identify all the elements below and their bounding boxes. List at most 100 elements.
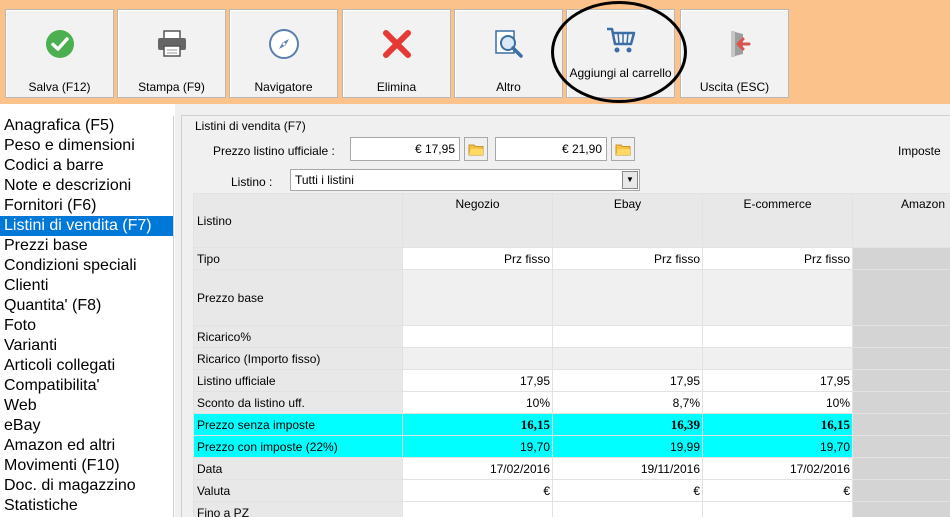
cell[interactable]: 10% [702, 391, 853, 414]
cell[interactable]: € [402, 479, 553, 502]
cell[interactable]: 17/02/2016 [702, 457, 853, 480]
sidebar-item[interactable]: Articoli collegati [0, 356, 173, 376]
column-header-amazon[interactable]: Amazon [852, 193, 950, 248]
cell[interactable]: 17,95 [552, 369, 703, 392]
cell[interactable] [552, 501, 703, 517]
cell[interactable]: € [552, 479, 703, 502]
sidebar-item[interactable]: Web [0, 396, 173, 416]
sidebar-item[interactable]: Peso e dimensioni [0, 136, 173, 156]
taxes-label: Imposte [898, 144, 941, 158]
chevron-down-icon[interactable]: ▼ [622, 171, 638, 189]
column-header-ecommerce[interactable]: E-commerce [702, 193, 853, 248]
folder-button-1[interactable] [464, 137, 488, 161]
cell[interactable]: 8,7% [552, 391, 703, 414]
folder-button-2[interactable] [611, 137, 635, 161]
column-header-ebay[interactable]: Ebay [552, 193, 703, 248]
cell[interactable] [852, 479, 950, 502]
sidebar-item[interactable]: Varianti [0, 336, 173, 356]
magnifier-icon [494, 30, 523, 58]
cell[interactable]: 16,15 [702, 413, 853, 436]
other-button[interactable]: Altro [454, 9, 563, 98]
sidebar-item[interactable]: Condizioni speciali [0, 256, 173, 276]
cell[interactable] [552, 347, 703, 370]
x-icon [382, 30, 411, 58]
sidebar-item[interactable]: Note e descrizioni [0, 176, 173, 196]
sidebar-item[interactable]: Movimenti (F10) [0, 456, 173, 476]
add-to-cart-button[interactable]: Aggiungi al carrello [566, 9, 675, 98]
folder-icon [615, 144, 631, 155]
exit-button-label: Uscita (ESC) [699, 80, 770, 94]
sidebar-item[interactable]: Codici a barre [0, 156, 173, 176]
cell[interactable]: Prz fisso [552, 247, 703, 270]
cell[interactable] [852, 435, 950, 458]
cell[interactable] [702, 269, 853, 326]
cell[interactable] [702, 347, 853, 370]
row-label-ricarico-pct: Ricarico% [193, 325, 403, 348]
cell[interactable] [852, 369, 950, 392]
sidebar-item[interactable]: Compatibilita' [0, 376, 173, 396]
navigator-button[interactable]: Navigatore [229, 9, 338, 98]
list-label: Listino : [231, 175, 273, 189]
cell[interactable] [702, 501, 853, 517]
cell[interactable] [402, 501, 553, 517]
cell[interactable] [852, 269, 950, 326]
cell[interactable] [852, 501, 950, 517]
cell[interactable]: 10% [402, 391, 553, 414]
cell[interactable] [402, 325, 553, 348]
save-button[interactable]: Salva (F12) [5, 9, 114, 98]
cell[interactable]: 19,99 [552, 435, 703, 458]
sidebar-item[interactable]: Quantita' (F8) [0, 296, 173, 316]
sidebar-item[interactable]: Doc. di magazzino [0, 476, 173, 496]
cell[interactable]: 16,39 [552, 413, 703, 436]
cell[interactable] [852, 347, 950, 370]
cell[interactable]: Prz fisso [702, 247, 853, 270]
official-price-label: Prezzo listino ufficiale : [213, 144, 335, 158]
cell[interactable]: 19,70 [402, 435, 553, 458]
table-row: Data 17/02/2016 19/11/2016 17/02/2016 [193, 457, 950, 480]
row-label-ricarico-fisso: Ricarico (Importo fisso) [193, 347, 403, 370]
list-select[interactable]: Tutti i listini ▼ [290, 169, 640, 191]
column-header-negozio[interactable]: Negozio [402, 193, 553, 248]
sidebar-item[interactable]: Amazon ed altri [0, 436, 173, 456]
exit-icon [730, 31, 750, 57]
sidebar-item[interactable]: Clienti [0, 276, 173, 296]
cell[interactable] [552, 325, 703, 348]
table-row: Listino ufficiale 17,95 17,95 17,95 [193, 369, 950, 392]
delete-button[interactable]: Elimina [342, 9, 451, 98]
official-price-field-1[interactable]: € 17,95 [350, 137, 460, 161]
cell[interactable]: Prz fisso [402, 247, 553, 270]
cell[interactable] [552, 269, 703, 326]
cell[interactable]: € [702, 479, 853, 502]
folder-icon [468, 144, 484, 155]
list-select-value: Tutti i listini [295, 173, 354, 187]
cell[interactable]: 19,70 [702, 435, 853, 458]
sidebar-item[interactable]: Listini di vendita (F7) [0, 216, 173, 236]
sidebar-item[interactable]: eBay [0, 416, 173, 436]
sidebar-item[interactable]: Statistiche [0, 496, 173, 516]
official-price-field-2[interactable]: € 21,90 [495, 137, 607, 161]
cell[interactable] [852, 457, 950, 480]
cell[interactable]: 17,95 [702, 369, 853, 392]
exit-button[interactable]: Uscita (ESC) [680, 9, 789, 98]
row-label-con-imposte: Prezzo con imposte (22%) [193, 435, 403, 458]
cell[interactable] [402, 347, 553, 370]
cell[interactable]: 17/02/2016 [402, 457, 553, 480]
sidebar-item[interactable]: Foto [0, 316, 173, 336]
row-label-sconto: Sconto da listino uff. [193, 391, 403, 414]
sidebar-item[interactable]: Anagrafica (F5) [0, 116, 173, 136]
cell[interactable] [702, 325, 853, 348]
cell[interactable]: 19/11/2016 [552, 457, 703, 480]
cell[interactable] [402, 269, 553, 326]
cell[interactable] [852, 391, 950, 414]
print-button[interactable]: Stampa (F9) [117, 9, 226, 98]
sidebar-item[interactable]: Prezzi base [0, 236, 173, 256]
save-button-label: Salva (F12) [28, 80, 91, 94]
cell[interactable] [852, 413, 950, 436]
cell[interactable]: 17,95 [402, 369, 553, 392]
cell[interactable] [852, 325, 950, 348]
compass-icon [268, 29, 299, 59]
sidebar-item[interactable]: Fornitori (F6) [0, 196, 173, 216]
cell[interactable] [852, 247, 950, 270]
cell[interactable]: 16,15 [402, 413, 553, 436]
toolbar: Salva (F12) Stampa (F9) Navigatore Elimi… [0, 0, 950, 104]
